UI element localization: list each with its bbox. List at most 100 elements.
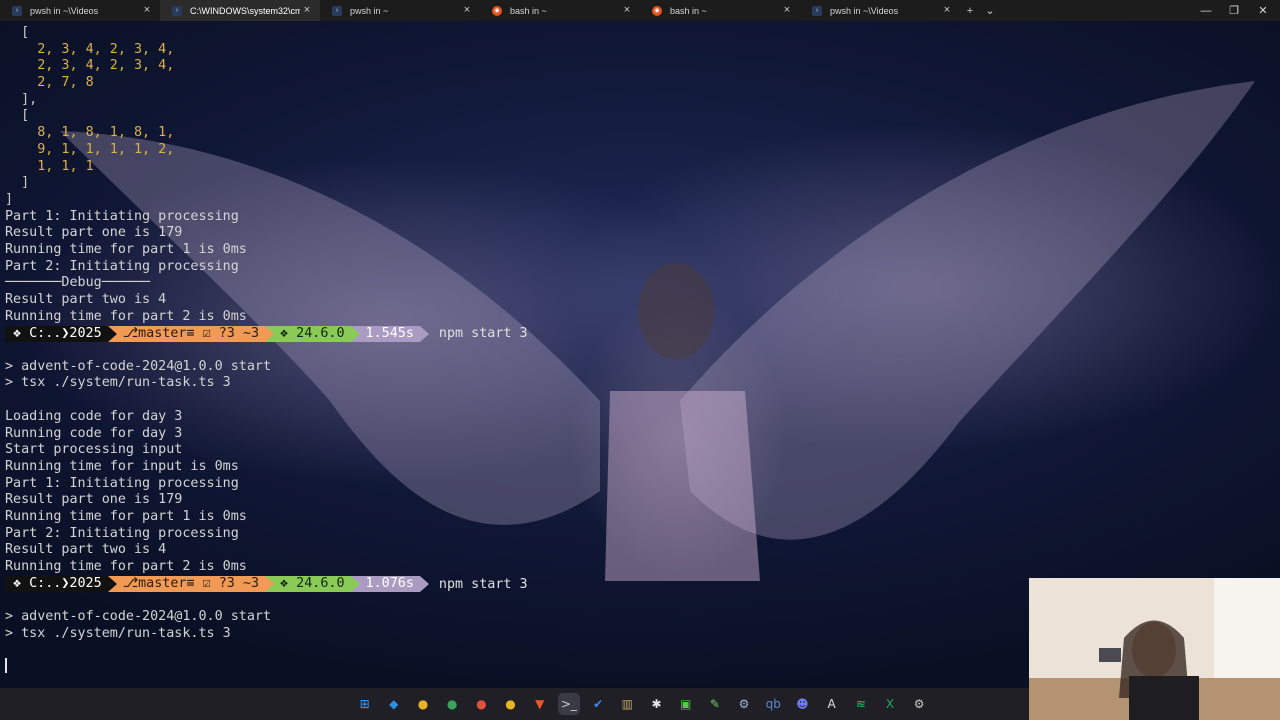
webcam-feed-image (1029, 578, 1280, 720)
prompt-duration-segment: 1.545s (359, 325, 420, 342)
qbittorrent-icon[interactable]: qb (762, 693, 784, 715)
library-icon[interactable]: ▥ (616, 693, 638, 715)
powershell-icon: › (12, 5, 22, 16)
tab-list: › pwsh in ~\Videos × › C:\WINDOWS\system32\c… (0, 0, 960, 21)
windows-start-icon[interactable]: ⊞ (354, 693, 376, 715)
prompt-separator (107, 576, 117, 593)
tab-6[interactable]: › pwsh in ~\Videos × (800, 0, 960, 21)
array-values: 9, 1, 1, 1, 1, 2, (5, 141, 175, 157)
maximize-icon: ❐ (1229, 5, 1239, 17)
terminal-line: Result part one is 179 (5, 225, 183, 241)
tab-2[interactable]: › C:\WINDOWS\system32\cmd. × (160, 0, 320, 21)
tab-close-button[interactable]: × (460, 3, 474, 17)
tab-close-button[interactable]: × (620, 3, 634, 17)
prompt-git-segment: ⎇master≡ ☑ ?3 ~3 (116, 576, 266, 593)
spotify-icon[interactable]: ≋ (850, 693, 872, 715)
close-icon: ✕ (1258, 5, 1268, 17)
tab-label: bash in ~ (510, 5, 547, 16)
terminal-icon[interactable]: >_ (557, 693, 580, 715)
minimize-icon: — (1200, 4, 1212, 17)
terminal-line: > tsx ./system/run-task.ts 3 (5, 375, 231, 391)
tab-close-button[interactable]: × (140, 3, 154, 17)
tab-label: C:\WINDOWS\system32\cmd. (190, 5, 300, 16)
terminal-line: Part 1: Initiating processing (5, 208, 239, 224)
terminal-line: Running time for part 1 is 0ms (5, 508, 247, 524)
tab-close-button[interactable]: × (780, 3, 794, 17)
array-values: 8, 1, 8, 1, 8, 1, (5, 125, 175, 141)
terminal-line: Running time for input is 0ms (5, 458, 239, 474)
tab-label: bash in ~ (670, 5, 707, 16)
tab-close-button[interactable]: × (300, 3, 314, 17)
prompt-command: npm start 3 (438, 576, 528, 592)
terminal-line: 8, 1, 8, 1, 8, 1, (5, 125, 528, 142)
terminal-line: Start processing input (5, 442, 183, 458)
array-values: 1, 1, 1 (5, 158, 94, 174)
terminal-line: ], (5, 91, 38, 107)
taskbar: ⊞ ◆ ● ● ● ● ▼ >_ ✔ ▥ ✱ ▣ ✎ ⚙ qb ☻ A ≋ X ⚙ (0, 688, 1029, 720)
settings-icon[interactable]: ⚙ (908, 693, 930, 715)
acrobat-icon[interactable]: A (821, 693, 843, 715)
brave-icon[interactable]: ▼ (529, 693, 551, 715)
terminal-line: Running code for day 3 (5, 425, 183, 441)
discord-icon[interactable]: ☻ (791, 693, 813, 715)
terminal-line: 1, 1, 1 (5, 159, 528, 176)
prompt-path-segment: ❖ C:..❯2025 (5, 325, 108, 342)
terminal-line: 2, 3, 4, 2, 3, 4, (5, 42, 528, 59)
chrome-icon[interactable]: ● (441, 693, 463, 715)
tab-5[interactable]: ◉ bash in ~ × (640, 0, 800, 21)
prompt-separator (350, 325, 360, 342)
tab-label: pwsh in ~\Videos (30, 5, 99, 16)
notepad-icon[interactable]: ✎ (704, 693, 726, 715)
terminal-line: Result part one is 179 (5, 492, 183, 508)
prompt-node-segment: ❖ 24.6.0 (274, 325, 351, 342)
tab-4[interactable]: ◉ bash in ~ × (480, 0, 640, 21)
chrome-icon[interactable]: ● (412, 693, 434, 715)
terminal-line: Result part two is 4 (5, 542, 167, 558)
plus-icon: + (966, 4, 974, 17)
terminal-line: [ (5, 108, 30, 124)
chrome-icon[interactable]: ● (470, 693, 492, 715)
webcam-overlay (1029, 578, 1280, 720)
terminal-output: [ 2, 3, 4, 2, 3, 4, 2, 3, 4, 2, 3, 4, 2,… (5, 25, 528, 642)
powershell-icon: › (172, 5, 182, 16)
terminal-line: 2, 7, 8 (5, 75, 528, 92)
terminal-line: Result part two is 4 (5, 292, 167, 307)
terminal-line: Part 2: Initiating processing (5, 258, 239, 274)
terminal-line: > tsx ./system/run-task.ts 3 (5, 625, 231, 641)
prompt-command: npm start 3 (438, 326, 528, 342)
excel-icon[interactable]: X (879, 693, 901, 715)
terminal-line: ] (5, 191, 14, 207)
prompt-separator (419, 325, 429, 342)
tab-1[interactable]: › pwsh in ~\Videos × (0, 0, 160, 21)
chat-icon[interactable]: ▣ (675, 693, 697, 715)
terminal-line: > advent-of-code-2024@1.0.0 start (5, 358, 272, 374)
terminal-line: Part 2: Initiating processing (5, 525, 239, 541)
todo-icon[interactable]: ✔ (587, 693, 609, 715)
array-values: 2, 3, 4, 2, 3, 4, (5, 58, 175, 74)
taskbar-icons: ⊞ ◆ ● ● ● ● ▼ >_ ✔ ▥ ✱ ▣ ✎ ⚙ qb ☻ A ≋ X ⚙ (350, 688, 934, 720)
new-tab-button[interactable]: + (960, 0, 980, 21)
terminal-line: > advent-of-code-2024@1.0.0 start (5, 609, 272, 625)
terminal-line: Running time for part 2 is 0ms (5, 308, 247, 324)
tab-label: pwsh in ~\Videos (830, 5, 899, 16)
prompt-git-segment: ⎇master≡ ☑ ?3 ~3 (116, 325, 266, 342)
chrome-icon[interactable]: ● (500, 693, 522, 715)
tab-3[interactable]: › pwsh in ~ × (320, 0, 480, 21)
tab-label: pwsh in ~ (350, 5, 389, 16)
window-close-button[interactable]: ✕ (1246, 0, 1280, 21)
array-values: 2, 7, 8 (5, 75, 94, 91)
prompt-separator (350, 576, 360, 593)
chevron-down-icon: ⌄ (985, 5, 995, 17)
tab-dropdown-button[interactable]: ⌄ (980, 0, 1000, 21)
prompt-separator (107, 325, 117, 342)
powershell-icon: › (332, 5, 342, 16)
tab-close-button[interactable]: × (940, 3, 954, 17)
steam-icon[interactable]: ⚙ (733, 693, 755, 715)
vscode-icon[interactable]: ◆ (383, 693, 405, 715)
ubuntu-icon: ◉ (652, 5, 662, 16)
ubuntu-icon: ◉ (492, 5, 502, 16)
slack-icon[interactable]: ✱ (645, 693, 667, 715)
